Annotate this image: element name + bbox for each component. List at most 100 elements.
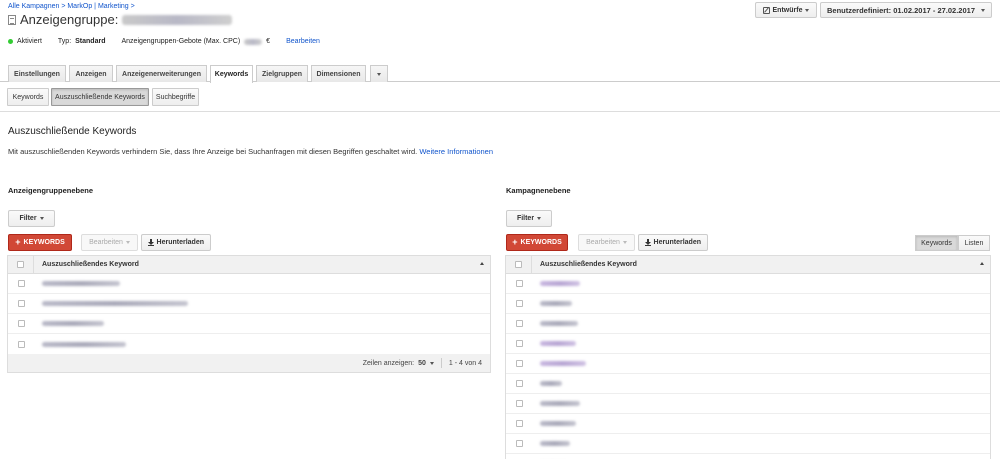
table-header: Auszuschließendes Keyword [506,256,990,274]
row-checkbox[interactable] [515,440,523,447]
subtab-negative-keywords[interactable]: Auszuschließende Keywords [51,88,149,106]
plus-icon: + [15,237,21,247]
toggle-lists[interactable]: Listen [958,235,990,251]
keyword-redacted [42,301,188,306]
table-row [8,274,490,294]
add-keywords-button[interactable]: + KEYWORDS [8,234,72,251]
select-all-cell [8,256,34,273]
keyword-cell[interactable] [532,321,578,326]
table-row [506,374,990,394]
download-button-label: Herunterladen [156,239,204,246]
select-all-checkbox[interactable] [515,261,522,268]
row-checkbox[interactable] [17,340,25,348]
tab-ads[interactable]: Anzeigen [69,65,113,82]
keyword-cell[interactable] [532,301,572,306]
tab-settings[interactable]: Einstellungen [8,65,66,82]
column-header-keyword[interactable]: Auszuschließendes Keyword [532,261,637,268]
row-checkbox[interactable] [515,320,523,327]
ad-group-icon [8,14,16,25]
edit-bid-link[interactable]: Bearbeiten [286,38,320,45]
keyword-redacted [540,401,580,406]
download-icon [148,239,154,246]
table-row [8,334,490,354]
download-button[interactable]: Herunterladen [141,234,211,251]
keyword-cell[interactable] [532,341,576,346]
edit-button-label: Bearbeiten [586,239,620,246]
keyword-redacted [540,301,572,306]
tab-dimensions[interactable]: Dimensionen [311,65,366,82]
row-checkbox[interactable] [515,300,523,307]
keyword-cell[interactable] [34,281,120,286]
ad-group-negative-keywords-table: Auszuschließendes Keyword Zeilen anzeige… [7,255,491,373]
edit-button[interactable]: Bearbeiten [81,234,138,251]
row-checkbox[interactable] [17,320,25,327]
breadcrumb[interactable]: Alle Kampagnen > MarkOp | Marketing > [8,3,135,10]
tab-more-dropdown[interactable] [370,65,388,82]
chevron-down-icon[interactable] [429,361,434,365]
keyword-cell[interactable] [532,281,580,286]
sort-ascending-icon[interactable] [980,262,984,265]
ad-group-name-redacted [122,14,233,25]
pencil-icon [762,6,770,14]
download-button[interactable]: Herunterladen [638,234,708,251]
keyword-cell[interactable] [532,421,576,426]
filter-button[interactable]: Filter [506,210,552,227]
add-keywords-button[interactable]: + KEYWORDS [506,234,568,251]
type-label: Typ: [57,38,72,45]
keyword-cell[interactable] [34,301,188,306]
download-button-label: Herunterladen [653,239,701,246]
edit-button[interactable]: Bearbeiten [578,234,635,251]
table-row [506,354,990,374]
table-row [506,314,990,334]
row-checkbox[interactable] [515,360,523,367]
keyword-cell[interactable] [532,361,586,366]
sort-ascending-icon[interactable] [480,262,484,265]
tab-keywords[interactable]: Keywords [210,65,253,83]
add-keywords-label: KEYWORDS [520,239,562,246]
rows-per-page-select[interactable]: 50 [418,360,426,367]
keyword-cell[interactable] [532,381,562,386]
keyword-cell[interactable] [34,341,126,347]
campaign-level-title: Kampagnenebene [506,186,571,195]
tab-audiences[interactable]: Zielgruppen [256,65,308,82]
drafts-button-label: Entwürfe [772,6,803,14]
table-row [506,334,990,354]
row-checkbox[interactable] [515,280,523,287]
divider [0,111,1000,112]
drafts-button[interactable]: Entwürfe [755,2,817,18]
keyword-cell[interactable] [34,321,104,326]
row-checkbox[interactable] [515,380,523,387]
row-checkbox[interactable] [17,280,25,287]
chevron-down-icon [125,241,130,244]
plus-icon: + [512,237,518,247]
status-active-icon [8,39,13,44]
keyword-redacted [42,321,104,326]
toggle-keywords[interactable]: Keywords [915,235,958,251]
more-info-link[interactable]: Weitere Informationen [419,147,493,156]
tab-ad-extensions[interactable]: Anzeigenerweiterungen [116,65,207,82]
subtab-keywords[interactable]: Keywords [7,88,49,106]
tab-bar: Einstellungen Anzeigen Anzeigenerweiteru… [0,63,1000,83]
filter-button[interactable]: Filter [8,210,55,227]
select-all-cell [506,256,532,273]
select-all-checkbox[interactable] [17,261,24,268]
row-checkbox[interactable] [515,340,523,347]
subtab-search-terms[interactable]: Suchbegriffe [152,88,199,106]
row-checkbox[interactable] [515,400,523,407]
bid-value-redacted [244,38,263,45]
date-range-selector[interactable]: Benutzerdefiniert: 01.02.2017 - 27.02.20… [820,2,992,18]
keyword-cell[interactable] [532,441,570,446]
keywords-lists-toggle: Keywords Listen [915,235,990,251]
keyword-cell[interactable] [532,401,580,406]
date-range-label: Benutzerdefiniert: 01.02.2017 - 27.02.20… [827,5,975,15]
table-row [506,414,990,434]
row-checkbox[interactable] [17,300,25,307]
table-header: Auszuschließendes Keyword [8,256,490,274]
row-checkbox[interactable] [515,420,523,427]
column-header-keyword[interactable]: Auszuschließendes Keyword [34,261,139,268]
table-row [506,294,990,314]
rows-per-page-label: Zeilen anzeigen: [362,359,415,367]
chevron-down-icon [805,8,810,12]
type-value: Standard [75,38,106,45]
chevron-down-icon [981,8,985,12]
